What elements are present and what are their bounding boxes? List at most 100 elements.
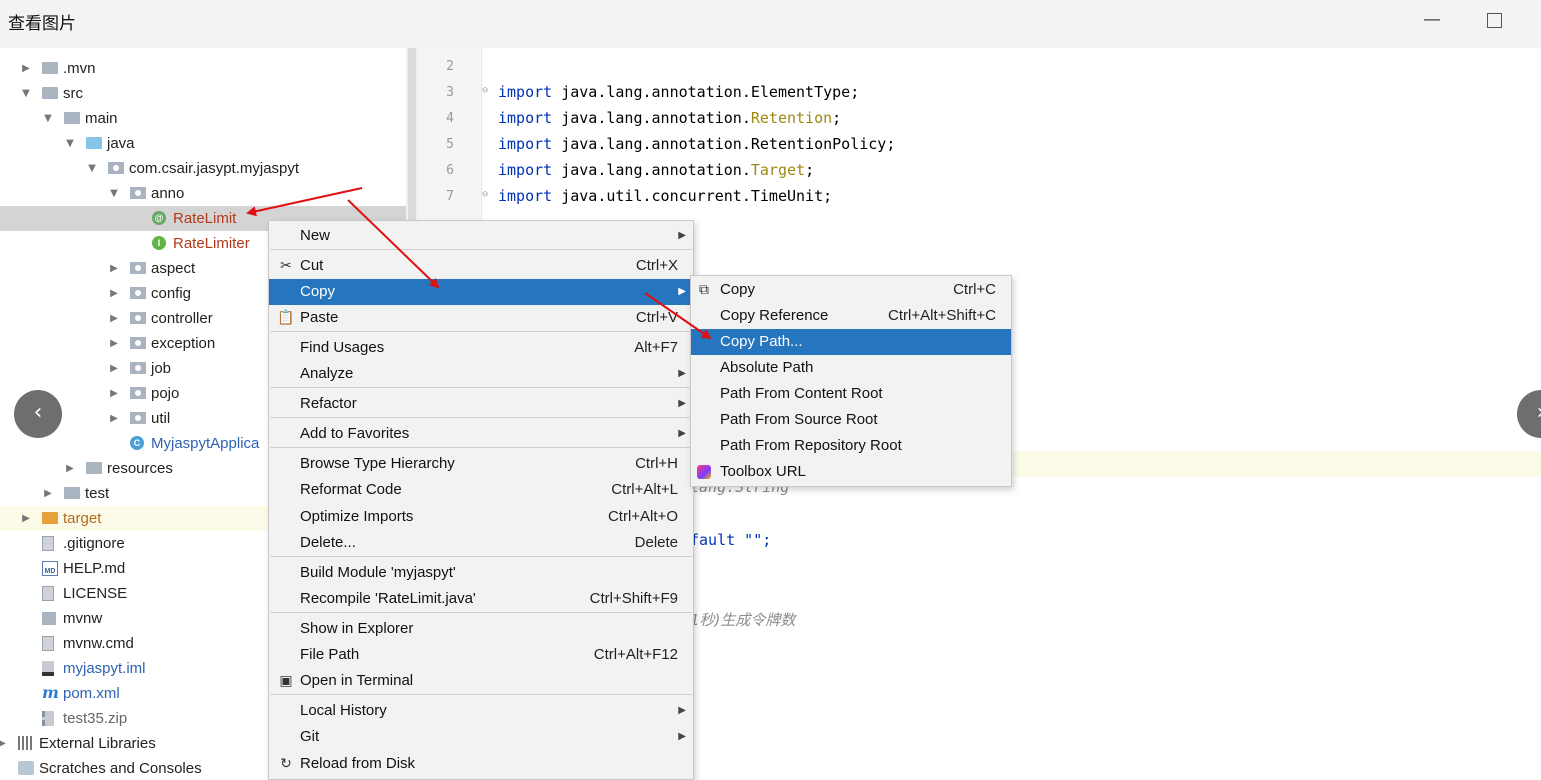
expand-arrow-icon[interactable]: ▼: [64, 131, 76, 156]
menu-item-open-in-terminal[interactable]: ▣ Open in Terminal: [269, 668, 693, 694]
expand-arrow-icon[interactable]: ▼: [108, 181, 120, 206]
submenu-arrow-icon: ▶: [678, 286, 686, 297]
menu-item-shortcut: Ctrl+X: [635, 257, 678, 274]
menu-item-recompile-ratelimit-java[interactable]: Recompile 'RateLimit.java' Ctrl+Shift+F9: [269, 586, 693, 612]
package-icon: [130, 412, 146, 424]
menu-item-delete[interactable]: Delete... Delete: [269, 530, 693, 556]
maximize-icon: [1486, 12, 1502, 28]
submenu-item-copy-reference[interactable]: Copy Reference Ctrl+Alt+Shift+C: [691, 303, 1011, 329]
menu-item-browse-type-hierarchy[interactable]: Browse Type Hierarchy Ctrl+H: [269, 451, 693, 477]
tree-node-label: test35.zip: [63, 710, 128, 727]
fold-marker-icon[interactable]: ⊖: [482, 85, 488, 96]
package-icon: [130, 187, 146, 199]
import-package: java.lang.annotation.: [561, 109, 751, 127]
expand-arrow-icon[interactable]: ▼: [20, 81, 32, 106]
collapse-arrow-icon[interactable]: ▶: [108, 256, 120, 281]
submenu-item-absolute-path[interactable]: Absolute Path: [691, 355, 1011, 381]
tree-node-label: pom.xml: [63, 685, 120, 702]
import-keyword: import: [498, 161, 553, 179]
menu-item-copy[interactable]: Copy ▶: [269, 279, 693, 305]
import-class: ElementType: [750, 83, 851, 101]
line-number: 2: [446, 59, 454, 74]
menu-separator: [270, 447, 692, 448]
import-line: import java.lang.annotation.Target;: [498, 161, 814, 179]
expand-arrow-icon[interactable]: ▼: [42, 106, 54, 131]
menu-item-cut[interactable]: ✂ Cut Ctrl+X: [269, 253, 693, 279]
tree-node-com-csair-jasypt-myjaspyt[interactable]: ▼ com.csair.jasypt.myjaspyt: [0, 156, 406, 181]
collapse-arrow-icon[interactable]: ▶: [108, 356, 120, 381]
fold-marker-icon[interactable]: ⊖: [482, 189, 488, 200]
tree-node-label: main: [85, 110, 118, 127]
collapse-arrow-icon[interactable]: ▶: [108, 331, 120, 356]
line-number: 4: [446, 111, 454, 126]
menu-item-find-usages[interactable]: Find Usages Alt+F7: [269, 335, 693, 361]
menu-item-build-module-myjaspyt[interactable]: Build Module 'myjaspyt': [269, 560, 693, 586]
tree-node-java[interactable]: ▼ java: [0, 131, 406, 156]
previous-image-button[interactable]: ‹: [14, 390, 62, 438]
menu-item-new[interactable]: New ▶: [269, 223, 693, 249]
viewer-title: 查看图片: [8, 14, 76, 33]
tree-node-main[interactable]: ▼ main: [0, 106, 406, 131]
import-class: Target: [750, 161, 806, 179]
collapse-arrow-icon[interactable]: ▶: [108, 281, 120, 306]
menu-item-refactor[interactable]: Refactor ▶: [269, 391, 693, 417]
collapse-arrow-icon[interactable]: ▶: [42, 481, 54, 506]
tree-node--mvn[interactable]: ▶ .mvn: [0, 56, 406, 81]
menu-item-optimize-imports[interactable]: Optimize Imports Ctrl+Alt+O: [269, 504, 693, 530]
maximize-button[interactable]: [1474, 6, 1514, 34]
expand-arrow-icon[interactable]: ▼: [86, 156, 98, 181]
tree-node-label: test: [85, 485, 110, 502]
menu-item-label: Find Usages: [300, 339, 385, 356]
collapse-arrow-icon[interactable]: ▶: [64, 456, 76, 481]
menu-item-label: Reformat Code: [300, 481, 402, 498]
collapse-arrow-icon[interactable]: ▶: [20, 56, 32, 81]
collapse-arrow-icon[interactable]: ▶: [0, 731, 8, 756]
submenu-item-copy[interactable]: ⧉ Copy Ctrl+C: [691, 277, 1011, 303]
submenu-item-label: Path From Repository Root: [720, 437, 902, 454]
menu-item-analyze[interactable]: Analyze ▶: [269, 361, 693, 387]
minimize-button[interactable]: —: [1412, 6, 1452, 34]
collapse-arrow-icon[interactable]: ▶: [108, 306, 120, 331]
menu-item-label: Recompile 'RateLimit.java': [300, 590, 476, 607]
menu-item-git[interactable]: Git ▶: [269, 724, 693, 750]
tree-node-label: pojo: [151, 385, 180, 402]
menu-item-file-path[interactable]: File Path Ctrl+Alt+F12: [269, 642, 693, 668]
library-icon: [18, 736, 34, 750]
menu-item-reload-from-disk[interactable]: ↻ Reload from Disk: [269, 751, 693, 777]
menu-item-label: Git: [300, 728, 320, 745]
tree-node-label: MyjaspytApplica: [151, 435, 260, 452]
collapse-arrow-icon[interactable]: ▶: [108, 406, 120, 431]
menu-item-paste[interactable]: 📋 Paste Ctrl+V: [269, 305, 693, 331]
menu-item-shortcut: Ctrl+Shift+F9: [589, 590, 678, 607]
interface-icon: I: [152, 236, 166, 250]
package-icon: [130, 337, 146, 349]
menu-separator: [270, 556, 692, 557]
menu-item-show-in-explorer[interactable]: Show in Explorer: [269, 616, 693, 642]
tree-node-src[interactable]: ▼ src: [0, 81, 406, 106]
collapse-arrow-icon[interactable]: ▶: [20, 506, 32, 531]
submenu-item-toolbox-url[interactable]: Toolbox URL: [691, 459, 1011, 485]
submenu-item-path-from-source-root[interactable]: Path From Source Root: [691, 407, 1011, 433]
submenu-item-path-from-content-root[interactable]: Path From Content Root: [691, 381, 1011, 407]
tree-node-anno[interactable]: ▼ anno: [0, 181, 406, 206]
submenu-item-label: Toolbox URL: [720, 463, 806, 480]
submenu-item-label: Copy: [720, 281, 756, 298]
menu-item-local-history[interactable]: Local History ▶: [269, 698, 693, 724]
markdown-icon: MD: [42, 561, 58, 576]
menu-item-reformat-code[interactable]: Reformat Code Ctrl+Alt+L: [269, 477, 693, 503]
import-package: java.util.concurrent.: [561, 187, 751, 205]
package-icon: [130, 287, 146, 299]
tree-node-label: External Libraries: [39, 735, 156, 752]
menu-item-add-to-favorites[interactable]: Add to Favorites ▶: [269, 421, 693, 447]
submenu-item-copy-path[interactable]: Copy Path...: [691, 329, 1011, 355]
folder-blue-icon: [86, 137, 102, 149]
import-semicolon: ;: [886, 135, 896, 153]
copy-submenu: ⧉ Copy Ctrl+C Copy Reference Ctrl+Alt+Shift+…: [690, 275, 1012, 487]
submenu-item-path-from-repository-root[interactable]: Path From Repository Root: [691, 433, 1011, 459]
menu-separator: [270, 331, 692, 332]
import-line: import java.util.concurrent.TimeUnit;: [498, 187, 832, 205]
collapse-arrow-icon[interactable]: ▶: [108, 381, 120, 406]
tree-node-label: exception: [151, 335, 216, 352]
submenu-arrow-icon: ▶: [678, 705, 686, 716]
tree-node-label: HELP.md: [63, 560, 126, 577]
